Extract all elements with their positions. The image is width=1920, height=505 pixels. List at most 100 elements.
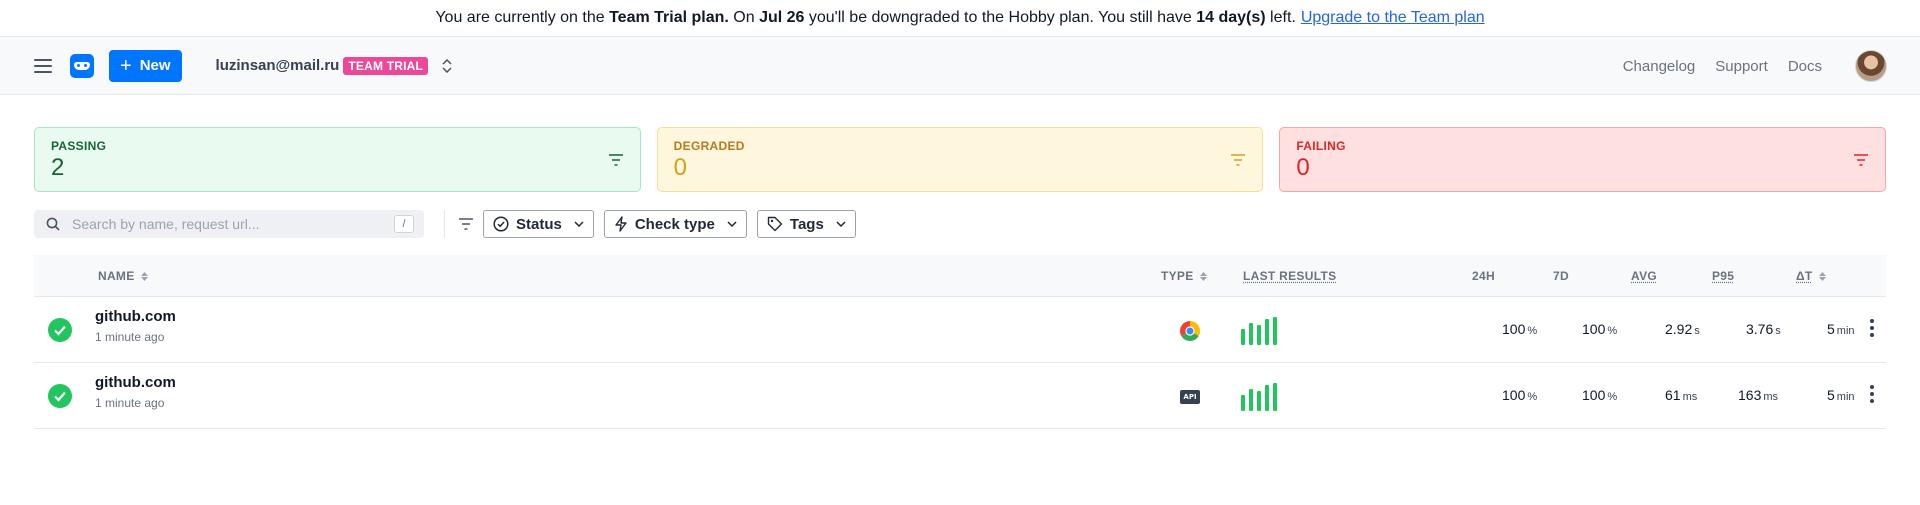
header-links: Changelog Support Docs (1603, 37, 1887, 95)
result-bar[interactable] (1249, 323, 1253, 345)
result-bar[interactable] (1273, 317, 1277, 345)
dt-column-header[interactable]: ΔT (1796, 269, 1826, 283)
check-interval: 5 min (1827, 321, 1855, 337)
check-name: github.com (95, 374, 176, 391)
uptime-7d: 100% (1582, 321, 1618, 337)
check-circle-icon (493, 216, 509, 232)
failing-card[interactable]: FAILING 0 (1279, 127, 1887, 192)
banner-days: 14 day(s) (1196, 9, 1266, 26)
filter-icon[interactable] (1854, 154, 1869, 166)
support-link[interactable]: Support (1715, 58, 1768, 75)
chrome-icon (1180, 321, 1200, 344)
banner-text-3: you'll be downgraded to the Hobby plan. … (804, 9, 1197, 26)
result-bar[interactable] (1241, 395, 1245, 411)
name-column-header[interactable]: NAME (98, 269, 148, 283)
passing-card[interactable]: PASSING 2 (34, 127, 641, 192)
result-bar[interactable] (1257, 391, 1261, 411)
table-header: NAME TYPE LAST RESULTS 24H 7D AVG P95 ΔT (34, 255, 1886, 297)
check-interval: 5 min (1827, 387, 1855, 403)
checkly-logo[interactable] (70, 53, 94, 78)
trial-banner: You are currently on the Team Trial plan… (0, 0, 1920, 37)
search-input[interactable] (72, 216, 372, 232)
table-row[interactable]: github.com 1 minute ago API 100% 100% 61… (34, 363, 1886, 429)
filter-icon[interactable] (1231, 154, 1246, 166)
7d-column-header: 7D (1553, 269, 1569, 283)
degraded-count: 0 (673, 154, 688, 181)
plus-icon: + (120, 54, 132, 77)
degraded-title: DEGRADED (673, 139, 745, 153)
check-name: github.com (95, 308, 176, 325)
uptime-24h: 100% (1502, 387, 1538, 403)
banner-text-2: On (728, 9, 760, 26)
tag-icon (767, 216, 783, 232)
passing-status-icon (48, 384, 72, 408)
banner-text-1: You are currently on the (435, 9, 610, 26)
chevron-down-icon (574, 221, 584, 227)
passing-title: PASSING (51, 139, 107, 153)
tags-filter[interactable]: Tags (756, 210, 856, 238)
divider (444, 210, 445, 238)
passing-count: 2 (51, 154, 65, 181)
check-type-filter-label: Check type (634, 215, 715, 233)
status-filter-label: Status (516, 215, 562, 233)
checks-table: NAME TYPE LAST RESULTS 24H 7D AVG P95 ΔT… (34, 255, 1886, 429)
sort-icon (1818, 271, 1826, 281)
failing-title: FAILING (1296, 139, 1346, 153)
filter-icon[interactable] (459, 218, 473, 230)
user-avatar[interactable] (1855, 50, 1887, 82)
result-bar[interactable] (1257, 325, 1261, 345)
more-options-icon[interactable] (1870, 385, 1874, 403)
docs-link[interactable]: Docs (1788, 58, 1822, 75)
sort-icon (1199, 271, 1207, 281)
p95-response: 3.76 s (1746, 321, 1781, 337)
plan-badge: TEAM TRIAL (343, 56, 429, 75)
chevron-up-down-icon (442, 58, 452, 73)
p95-column-header: P95 (1712, 269, 1735, 283)
top-navigation: + New luzinsan@mail.ru TEAM TRIAL Change… (0, 37, 1920, 95)
failing-count: 0 (1296, 154, 1310, 181)
degraded-card[interactable]: DEGRADED 0 (656, 127, 1264, 192)
result-bar[interactable] (1265, 385, 1269, 411)
chevron-down-icon (727, 221, 737, 227)
check-type-filter[interactable]: Check type (603, 210, 747, 238)
status-filter[interactable]: Status (483, 210, 594, 238)
uptime-7d: 100% (1582, 387, 1618, 403)
banner-date: Jul 26 (759, 9, 805, 26)
avg-response: 2.92 s (1665, 321, 1700, 337)
filter-bar: / Status Check type Tags (34, 209, 1886, 239)
new-button-label: New (139, 57, 171, 74)
changelog-link[interactable]: Changelog (1623, 58, 1696, 75)
last-results-bars[interactable] (1241, 317, 1277, 345)
passing-status-icon (48, 318, 72, 342)
status-summary: PASSING 2 DEGRADED 0 FAILING 0 (34, 127, 1887, 192)
tags-filter-label: Tags (789, 215, 824, 233)
upgrade-link[interactable]: Upgrade to the Team plan (1301, 9, 1485, 27)
banner-plan: Team Trial plan. (609, 9, 729, 26)
result-bar[interactable] (1249, 389, 1253, 411)
uptime-24h: 100% (1502, 321, 1538, 337)
p95-response: 163 ms (1738, 387, 1779, 403)
last-results-bars[interactable] (1241, 383, 1277, 411)
lightning-icon (615, 216, 627, 232)
24h-column-header: 24H (1472, 269, 1495, 283)
main-content: PASSING 2 DEGRADED 0 FAILING 0 / Status (0, 95, 1920, 429)
banner-text-4: left. (1265, 9, 1296, 26)
type-column-header[interactable]: TYPE (1161, 269, 1207, 283)
result-bar[interactable] (1273, 383, 1277, 411)
menu-icon[interactable] (34, 58, 52, 73)
more-options-icon[interactable] (1870, 319, 1874, 337)
api-icon: API (1180, 387, 1200, 404)
chevron-down-icon (836, 221, 846, 227)
table-row[interactable]: github.com 1 minute ago 100% 100% 2.92 s … (34, 297, 1886, 363)
account-email: luzinsan@mail.ru (215, 57, 340, 74)
account-switcher[interactable]: luzinsan@mail.ru TEAM TRIAL (215, 56, 452, 75)
search-box: / (34, 210, 424, 238)
new-button[interactable]: + New (109, 49, 182, 82)
last-run-time: 1 minute ago (95, 396, 165, 410)
avg-response: 61 ms (1665, 387, 1698, 403)
result-bar[interactable] (1265, 319, 1269, 345)
result-bar[interactable] (1241, 329, 1245, 345)
filter-icon[interactable] (608, 154, 623, 166)
avg-column-header: AVG (1631, 269, 1658, 283)
last-results-column-header: LAST RESULTS (1243, 269, 1337, 283)
